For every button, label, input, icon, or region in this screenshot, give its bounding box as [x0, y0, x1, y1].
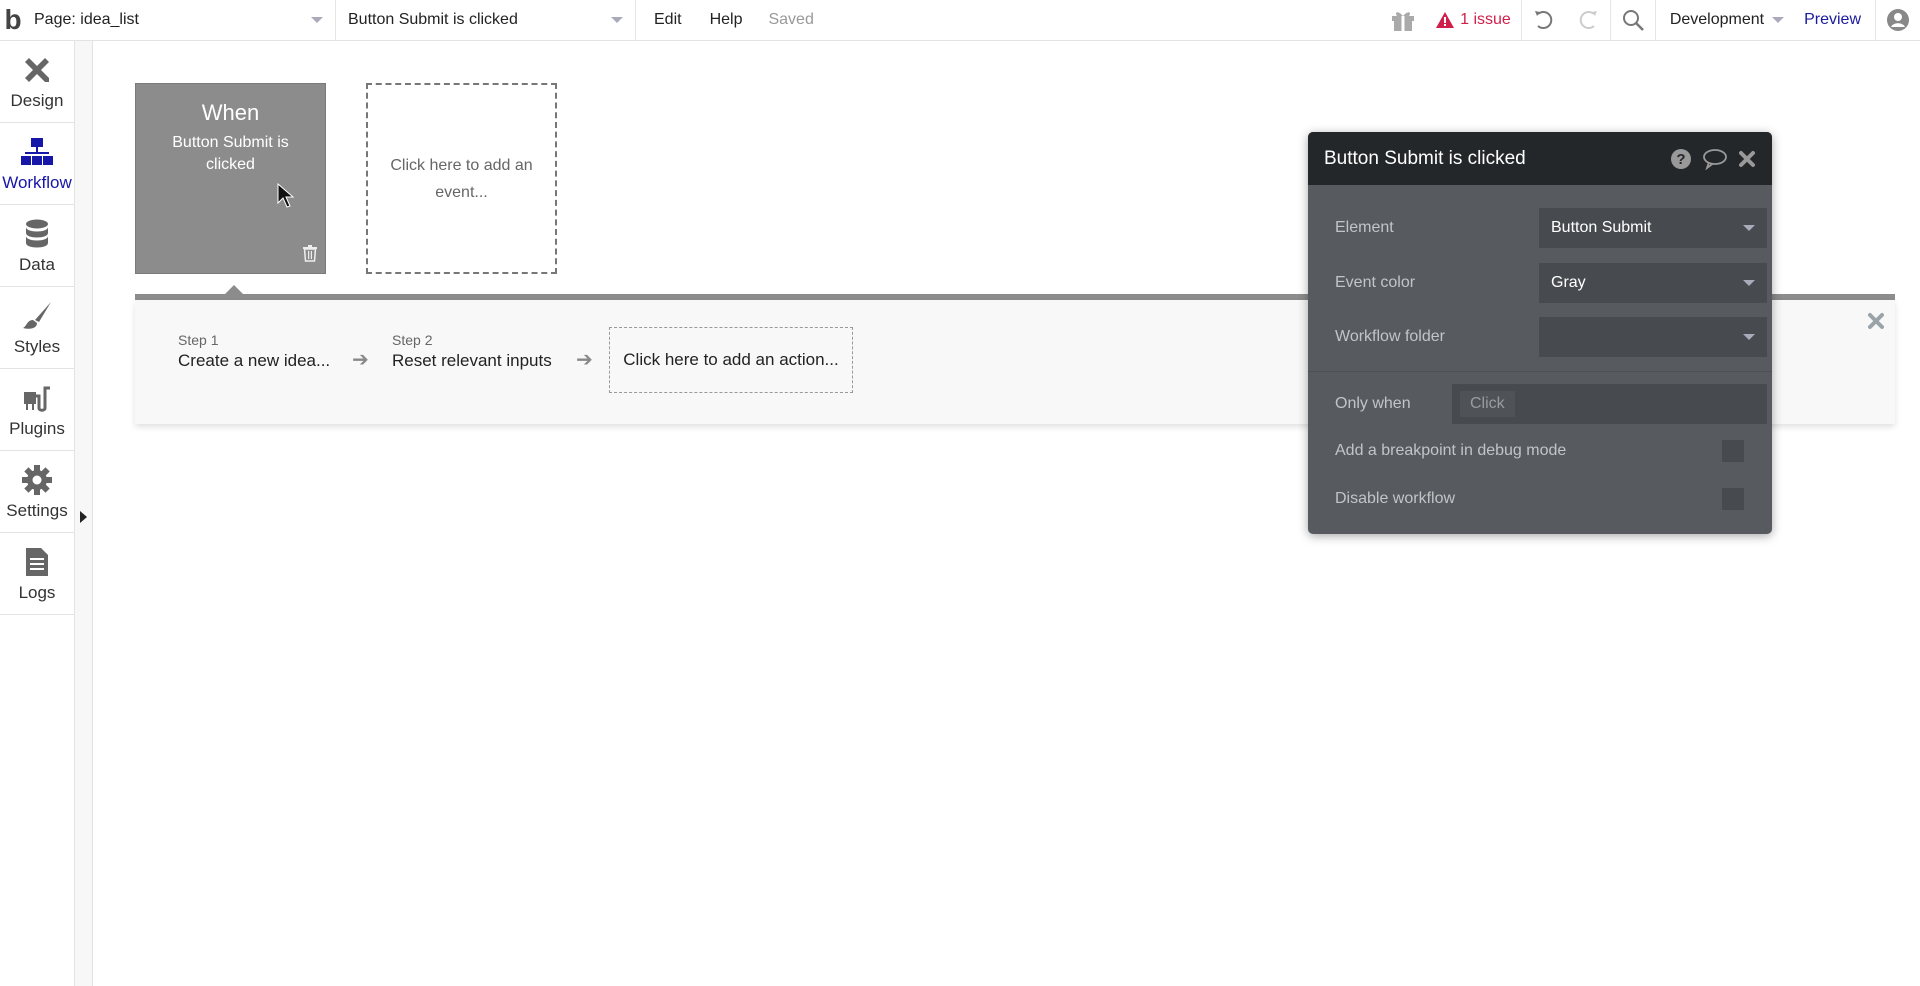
- warning-icon: [1436, 12, 1455, 28]
- bubble-logo[interactable]: b: [0, 0, 26, 41]
- disable-workflow-checkbox[interactable]: [1722, 488, 1744, 510]
- search-icon: [1622, 10, 1644, 31]
- disable-workflow-label: Disable workflow: [1335, 490, 1456, 507]
- save-status: Saved: [768, 11, 814, 28]
- sidebar-label: Styles: [13, 336, 61, 356]
- event-color-value: Gray: [1551, 274, 1586, 291]
- database-icon: [20, 217, 54, 251]
- page-selector[interactable]: Page: idea_list: [26, 0, 336, 41]
- sidebar-label: Workflow: [2, 172, 72, 192]
- help-icon[interactable]: ?: [1670, 148, 1692, 170]
- panel-header[interactable]: Button Submit is clicked ?: [1308, 132, 1772, 185]
- sidebar-label: Plugins: [9, 418, 65, 438]
- chevron-down-icon: [1772, 17, 1785, 23]
- event-when-label: When: [201, 100, 260, 125]
- add-event-button[interactable]: Click here to add an event...: [366, 83, 557, 274]
- disable-workflow-row: Disable workflow: [1335, 487, 1744, 511]
- breakpoint-label: Add a breakpoint in debug mode: [1335, 442, 1567, 459]
- sidebar-item-design[interactable]: Design: [0, 41, 74, 123]
- step-name: Create a new idea...: [178, 351, 331, 370]
- element-row: Element Button Submit: [1335, 208, 1767, 248]
- preview-link[interactable]: Preview: [1798, 0, 1875, 41]
- plug-icon: [20, 381, 54, 415]
- event-properties-panel: Button Submit is clicked ? Element Butto…: [1308, 132, 1772, 534]
- redo-icon: [1579, 11, 1597, 29]
- step-2[interactable]: Step 2 Reset relevant inputs: [392, 332, 552, 371]
- breakpoint-row: Add a breakpoint in debug mode: [1335, 439, 1744, 463]
- event-color-label: Event color: [1335, 274, 1416, 291]
- close-icon[interactable]: [1867, 312, 1885, 335]
- step-number: Step 2: [392, 332, 433, 348]
- arrow-right-icon: ➔: [576, 349, 593, 371]
- panel-title: Button Submit is clicked: [1324, 147, 1526, 169]
- preview-label: Preview: [1804, 11, 1861, 28]
- mouse-cursor-icon: [277, 183, 295, 208]
- workflow-icon: [20, 135, 54, 169]
- menu-help[interactable]: Help: [696, 11, 757, 29]
- close-icon[interactable]: [1738, 150, 1756, 168]
- event-color-row: Event color Gray: [1335, 263, 1767, 303]
- issues-button[interactable]: 1 issue: [1426, 0, 1521, 41]
- issues-count: 1 issue: [1460, 11, 1511, 28]
- search-button[interactable]: [1609, 0, 1655, 41]
- sidebar-label: Settings: [6, 500, 68, 520]
- only-when-placeholder: Click: [1460, 391, 1515, 417]
- element-value: Button Submit: [1551, 219, 1652, 236]
- account-button[interactable]: [1875, 0, 1920, 41]
- brush-icon: [20, 299, 54, 333]
- page-selector-label: Page: idea_list: [34, 11, 139, 28]
- only-when-input[interactable]: Click: [1452, 384, 1767, 424]
- chevron-down-icon: [1743, 225, 1755, 231]
- event-card[interactable]: When Button Submit is clicked: [135, 83, 326, 274]
- svg-text:?: ?: [1676, 151, 1685, 168]
- workflow-folder-row: Workflow folder: [1335, 317, 1767, 357]
- panel-divider: [1308, 371, 1772, 372]
- element-select[interactable]: Button Submit: [1539, 208, 1767, 248]
- undo-button[interactable]: [1520, 0, 1566, 41]
- redo-button[interactable]: [1566, 0, 1610, 41]
- sidebar-label: Data: [19, 254, 55, 274]
- only-when-row: Only when Click: [1335, 384, 1767, 424]
- add-action-button[interactable]: Click here to add an action...: [609, 327, 853, 393]
- workflow-selector-label: Button Submit is clicked: [348, 11, 518, 28]
- environment-selector[interactable]: Development: [1654, 0, 1798, 41]
- sidebar-item-settings[interactable]: Settings: [0, 451, 74, 533]
- step-number: Step 1: [178, 332, 219, 348]
- sidebar-item-workflow[interactable]: Workflow: [0, 123, 74, 205]
- workflow-folder-select[interactable]: [1539, 317, 1767, 357]
- sidebar-item-data[interactable]: Data: [0, 205, 74, 287]
- expand-arrow-icon[interactable]: [80, 511, 87, 523]
- top-bar: b Page: idea_list Button Submit is click…: [0, 0, 1920, 41]
- chevron-down-icon: [1743, 334, 1755, 340]
- sidebar-item-plugins[interactable]: Plugins: [0, 369, 74, 451]
- element-label: Element: [1335, 219, 1394, 236]
- environment-label: Development: [1669, 11, 1765, 28]
- breakpoint-checkbox[interactable]: [1722, 440, 1744, 462]
- step-name: Reset relevant inputs: [392, 351, 552, 370]
- chevron-down-icon: [611, 17, 623, 23]
- sidebar-label: Logs: [18, 582, 56, 602]
- event-color-select[interactable]: Gray: [1539, 263, 1767, 303]
- menu-edit[interactable]: Edit: [636, 11, 696, 29]
- event-name: Button Submit is clicked: [172, 134, 289, 173]
- arrow-right-icon: ➔: [352, 349, 369, 371]
- gift-icon: [1392, 12, 1415, 31]
- user-avatar-icon: [1887, 9, 1909, 31]
- sidebar: Design Workflow Data Styles Plugins Sett…: [0, 41, 75, 986]
- comment-icon[interactable]: [1702, 148, 1728, 170]
- gift-button[interactable]: [1380, 0, 1426, 41]
- sidebar-item-logs[interactable]: Logs: [0, 533, 74, 615]
- sidebar-item-styles[interactable]: Styles: [0, 287, 74, 369]
- sidebar-label: Design: [10, 90, 64, 110]
- undo-icon: [1534, 11, 1553, 29]
- step-1[interactable]: Step 1 Create a new idea...: [178, 332, 330, 371]
- chevron-down-icon: [1743, 280, 1755, 286]
- design-icon: [20, 53, 54, 87]
- chevron-down-icon: [311, 17, 323, 23]
- workflow-selector[interactable]: Button Submit is clicked: [336, 0, 636, 41]
- trash-icon[interactable]: [302, 244, 318, 267]
- workflow-folder-label: Workflow folder: [1335, 328, 1445, 345]
- document-icon: [20, 545, 54, 579]
- gear-icon: [20, 463, 54, 497]
